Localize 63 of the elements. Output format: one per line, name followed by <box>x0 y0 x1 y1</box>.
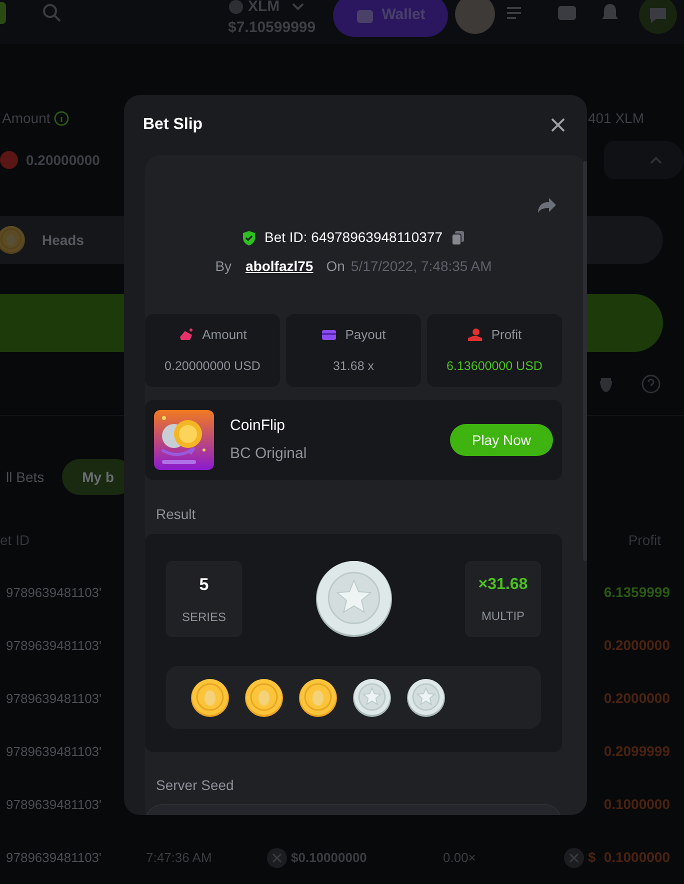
by-label: By <box>215 257 232 276</box>
chevron-up-icon <box>650 156 662 164</box>
section-label: Result <box>156 505 197 524</box>
stat-value: 31.68 x <box>332 358 374 375</box>
share-icon <box>537 197 557 214</box>
stat-label: Payout <box>345 326 386 344</box>
bet-id: 9789639481103' <box>5 742 102 761</box>
wallet-icon <box>356 8 374 24</box>
on-label: On <box>326 257 345 276</box>
stat-value: 6.13600000 USD <box>446 358 542 375</box>
bet-id: 9789639481103' <box>5 636 102 655</box>
logo-icon <box>0 2 6 24</box>
coin-icon <box>564 848 584 868</box>
dollar-icon <box>0 151 18 169</box>
close-button[interactable] <box>551 118 565 132</box>
bet-id-label: Bet ID: 64978963948110377 <box>264 228 442 247</box>
profit-value: 0.1000000 <box>604 795 670 814</box>
bet-id: 9789639481103' <box>5 796 102 814</box>
multiplier-label: MULTIP <box>481 608 525 625</box>
balance-label: 401 XLM <box>588 108 644 128</box>
bet-id: 9789639481103' <box>5 848 102 867</box>
stat-label: Profit <box>491 326 522 344</box>
currency-symbol: $ <box>588 848 596 867</box>
modal-title: Bet Slip <box>143 115 203 135</box>
bet-id: 9789639481103' <box>5 584 102 602</box>
coin-icon <box>267 848 287 868</box>
stat-value: 0.20000000 USD <box>164 358 260 375</box>
chevron-down-icon <box>292 3 304 12</box>
acorn-icon <box>599 375 613 393</box>
close-icon <box>551 118 565 132</box>
play-now-button[interactable]: Play Now <box>450 424 553 456</box>
game-name: CoinFlip <box>230 416 286 436</box>
help-icon <box>641 374 661 394</box>
shield-check-icon <box>242 230 256 246</box>
stat-label: Amount <box>202 326 247 344</box>
series-count: 5 <box>199 574 209 596</box>
copy-icon <box>450 230 464 246</box>
profit-value: 6.1359999 <box>604 583 670 602</box>
chat-button[interactable] <box>639 0 677 34</box>
list-icon <box>506 6 522 20</box>
bet-id: 9789639481103' <box>5 690 102 708</box>
coin-icon <box>0 225 26 255</box>
series-label: SERIES <box>182 608 226 626</box>
bet-date: 5/17/2022, 7:48:35 AM <box>350 257 492 276</box>
chat-icon <box>648 6 668 24</box>
coin-icon <box>228 0 244 16</box>
amount-value: 0.20000000 <box>26 150 100 170</box>
search-icon <box>42 3 62 23</box>
username-link[interactable]: abolfazl75 <box>246 256 314 277</box>
multiplier-value: ×31.68 <box>478 575 528 595</box>
bets-tab[interactable]: ll Bets <box>0 459 44 495</box>
profit-value: 0.1000000 <box>604 848 670 867</box>
stepper-control[interactable] <box>604 141 684 179</box>
side-label: Heads <box>42 230 84 250</box>
profit-value: 0.2000000 <box>604 689 670 708</box>
profit-value: 0.2099999 <box>604 742 670 761</box>
info-icon <box>54 110 70 126</box>
avatar[interactable] <box>455 0 495 34</box>
mail-icon <box>557 5 577 21</box>
amount-label: Amount <box>2 108 50 128</box>
profit-value: 0.2000000 <box>604 636 670 655</box>
game-provider: BC Original <box>230 444 307 464</box>
section-label: Server Seed <box>156 776 235 795</box>
